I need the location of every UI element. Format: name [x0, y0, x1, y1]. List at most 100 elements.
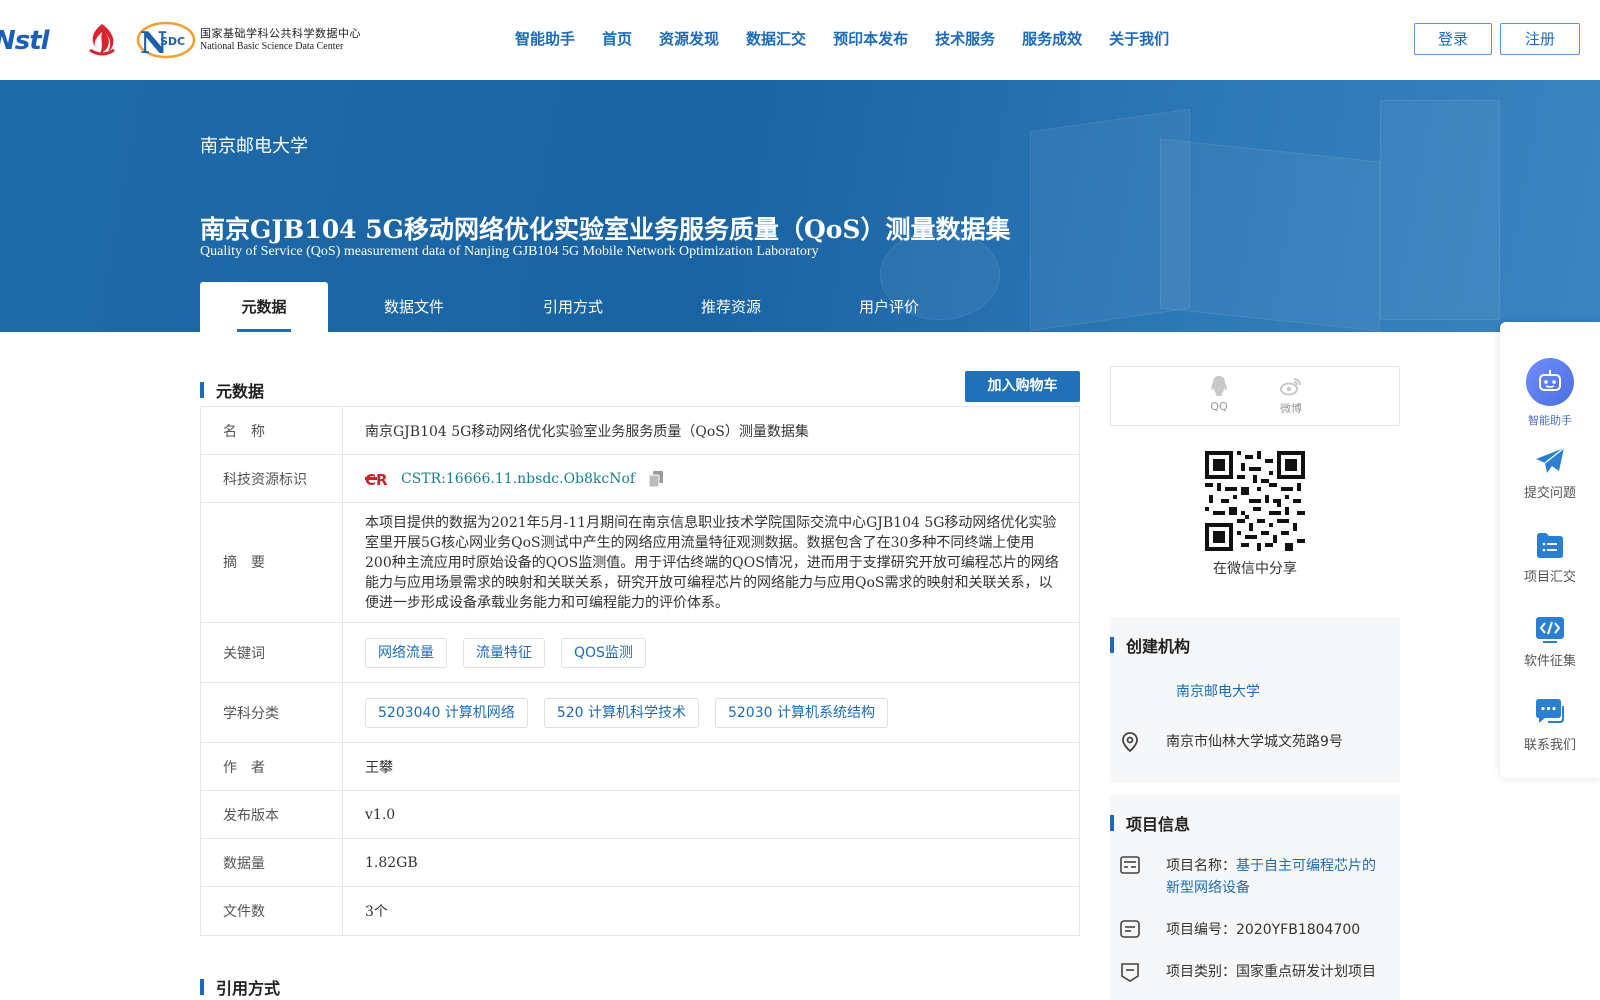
nsdc-badge-icon: N SDC: [136, 21, 196, 60]
project-card-heading: 项目信息: [1110, 811, 1190, 835]
keyword-tag[interactable]: QOS监测: [561, 637, 646, 668]
org-name-link[interactable]: 南京邮电大学: [1176, 681, 1260, 701]
logo-group[interactable]: Nstl N SDC 国家基础学科公共科学数据中心 National Basic…: [0, 18, 361, 62]
banner-decoration: [1160, 138, 1380, 332]
table-row: 文件数 3个: [201, 887, 1079, 935]
file-count-value: 3个: [365, 904, 388, 920]
nav-item-service-results[interactable]: 服务成效: [1022, 28, 1082, 49]
row-label: 关键词: [201, 623, 343, 682]
side-contact-button[interactable]: 联系我们: [1500, 698, 1600, 753]
project-name-row: 项目名称：基于自主可编程芯片的新型网络设备: [1110, 855, 1400, 899]
subject-tag[interactable]: 5203040 计算机网络: [365, 697, 528, 728]
chat-bubble-icon: [1536, 699, 1564, 723]
nsdc-logo[interactable]: N SDC 国家基础学科公共科学数据中心 National Basic Scie…: [136, 20, 361, 60]
project-type-label: 项目类别：: [1166, 964, 1236, 980]
org-card-heading: 创建机构: [1110, 633, 1190, 657]
nav-item-tech-service[interactable]: 技术服务: [935, 28, 995, 49]
cstr-logo-icon: CR: [365, 471, 388, 487]
red-flame-logo-icon[interactable]: [82, 20, 122, 60]
metadata-section-title: 元数据: [216, 382, 265, 401]
add-to-cart-button[interactable]: 加入购物车: [965, 371, 1080, 402]
nsdc-en-name: National Basic Science Data Center: [200, 40, 344, 52]
row-label: 科技资源标识: [201, 455, 343, 502]
nstl-logo-text: Nstl: [0, 26, 50, 56]
version-value: v1.0: [365, 806, 396, 823]
side-project-submit-button[interactable]: 项目汇交: [1500, 530, 1600, 585]
project-name-icon: [1120, 856, 1140, 874]
side-contact-label: 联系我们: [1523, 738, 1576, 753]
dataset-subtitle: Quality of Service (QoS) measurement dat…: [200, 244, 819, 259]
abstract-value: 本项目提供的数据为2021年5月-11月期间在南京信息职业技术学院国际交流中心G…: [365, 514, 1059, 611]
table-row: 作 者 王攀: [201, 743, 1079, 791]
table-row: 关键词 网络流量 流量特征 QOS监测: [201, 623, 1079, 683]
qq-label: QQ: [1210, 400, 1228, 413]
section-accent-bar: [200, 979, 204, 995]
row-label: 数据量: [201, 839, 343, 886]
paper-plane-icon: [1536, 447, 1565, 473]
project-name-label: 项目名称：: [1166, 858, 1236, 874]
qq-icon: [1211, 376, 1227, 396]
subject-tag[interactable]: 520 计算机科学技术: [543, 697, 699, 728]
location-pin-icon: [1122, 732, 1138, 753]
top-navbar: Nstl N SDC 国家基础学科公共科学数据中心 National Basic…: [0, 0, 1600, 80]
tab-metadata[interactable]: 元数据: [200, 282, 328, 332]
tab-recommended[interactable]: 推荐资源: [646, 282, 816, 332]
share-box: QQ 微博: [1110, 366, 1400, 426]
table-row: 数据量 1.82GB: [201, 839, 1079, 887]
login-button[interactable]: 登录: [1414, 23, 1492, 55]
side-assistant-button[interactable]: 智能助手: [1500, 358, 1600, 428]
tab-data-files[interactable]: 数据文件: [328, 282, 500, 332]
row-label: 摘 要: [201, 503, 343, 622]
nav-item-discover[interactable]: 资源发现: [659, 28, 719, 49]
nav-item-about[interactable]: 关于我们: [1109, 28, 1169, 49]
dataset-tabs: 元数据 数据文件 引用方式 推荐资源 用户评价: [200, 282, 962, 332]
nav-item-home[interactable]: 首页: [602, 28, 632, 49]
cstr-value: CSTR:16666.11.nbsdc.Ob8kcNof: [401, 470, 636, 487]
row-label: 文件数: [201, 887, 343, 935]
share-qq[interactable]: QQ: [1199, 375, 1239, 413]
keyword-tag[interactable]: 网络流量: [365, 637, 447, 668]
dataset-banner: 南京邮电大学 南京GJB104 5G移动网络优化实验室业务服务质量（QoS）测量…: [0, 80, 1600, 332]
subject-tag[interactable]: 52030 计算机系统结构: [714, 697, 888, 728]
tab-user-reviews[interactable]: 用户评价: [816, 282, 962, 332]
section-accent-bar: [200, 382, 204, 398]
tab-citation[interactable]: 引用方式: [500, 282, 646, 332]
dataset-name-value: 南京GJB104 5G移动网络优化实验室业务服务质量（QoS）测量数据集: [365, 423, 809, 440]
org-name-row: 南京邮电大学: [1176, 681, 1260, 701]
share-weibo[interactable]: 微博: [1271, 375, 1311, 416]
org-address-row: 南京市仙林大学城文苑路9号: [1110, 731, 1343, 753]
row-label: 学科分类: [201, 683, 343, 742]
side-assistant-label: 智能助手: [1528, 414, 1572, 427]
weibo-label: 微博: [1280, 402, 1302, 415]
folder-list-icon: [1537, 533, 1563, 558]
keyword-tag[interactable]: 流量特征: [463, 637, 545, 668]
side-software-label: 软件征集: [1523, 654, 1576, 669]
table-row: 摘 要 本项目提供的数据为2021年5月-11月期间在南京信息职业技术学院国际交…: [201, 503, 1079, 623]
copy-icon[interactable]: [649, 470, 664, 487]
nstl-logo[interactable]: Nstl: [0, 24, 68, 56]
side-submit-question-button[interactable]: 提交问题: [1500, 446, 1600, 501]
nav-item-data-submit[interactable]: 数据汇交: [746, 28, 806, 49]
side-submit-label: 提交问题: [1523, 486, 1576, 501]
nav-item-preprint[interactable]: 预印本发布: [833, 28, 908, 49]
project-code-row: 项目编号：2020YFB1804700: [1110, 919, 1360, 941]
citation-section-heading: 引用方式: [200, 975, 280, 999]
metadata-section-heading: 元数据: [200, 378, 264, 402]
weibo-icon: [1280, 378, 1301, 396]
data-size-value: 1.82GB: [365, 854, 418, 871]
project-card-title: 项目信息: [1126, 815, 1191, 834]
register-button[interactable]: 注册: [1500, 23, 1580, 55]
wechat-share-caption: 在微信中分享: [1213, 561, 1297, 577]
project-code-icon: [1120, 920, 1140, 938]
cstr-link[interactable]: CR CSTR:16666.11.nbsdc.Ob8kcNof: [365, 471, 635, 487]
table-row: 科技资源标识 CR CSTR:16666.11.nbsdc.Ob8kcNof: [201, 455, 1079, 503]
table-row: 名 称 南京GJB104 5G移动网络优化实验室业务服务质量（QoS）测量数据集: [201, 407, 1079, 455]
row-label: 名 称: [201, 407, 343, 454]
project-type-icon: [1121, 963, 1139, 982]
citation-section-title: 引用方式: [216, 979, 281, 998]
floating-side-panel: 智能助手 提交问题 项目汇交 软件征集 联系我们: [1500, 322, 1600, 778]
nav-item-assistant[interactable]: 智能助手: [515, 28, 575, 49]
dataset-title: 南京GJB104 5G移动网络优化实验室业务服务质量（QoS）测量数据集: [200, 215, 1011, 244]
side-software-button[interactable]: 软件征集: [1500, 614, 1600, 669]
org-card-title: 创建机构: [1126, 637, 1191, 656]
